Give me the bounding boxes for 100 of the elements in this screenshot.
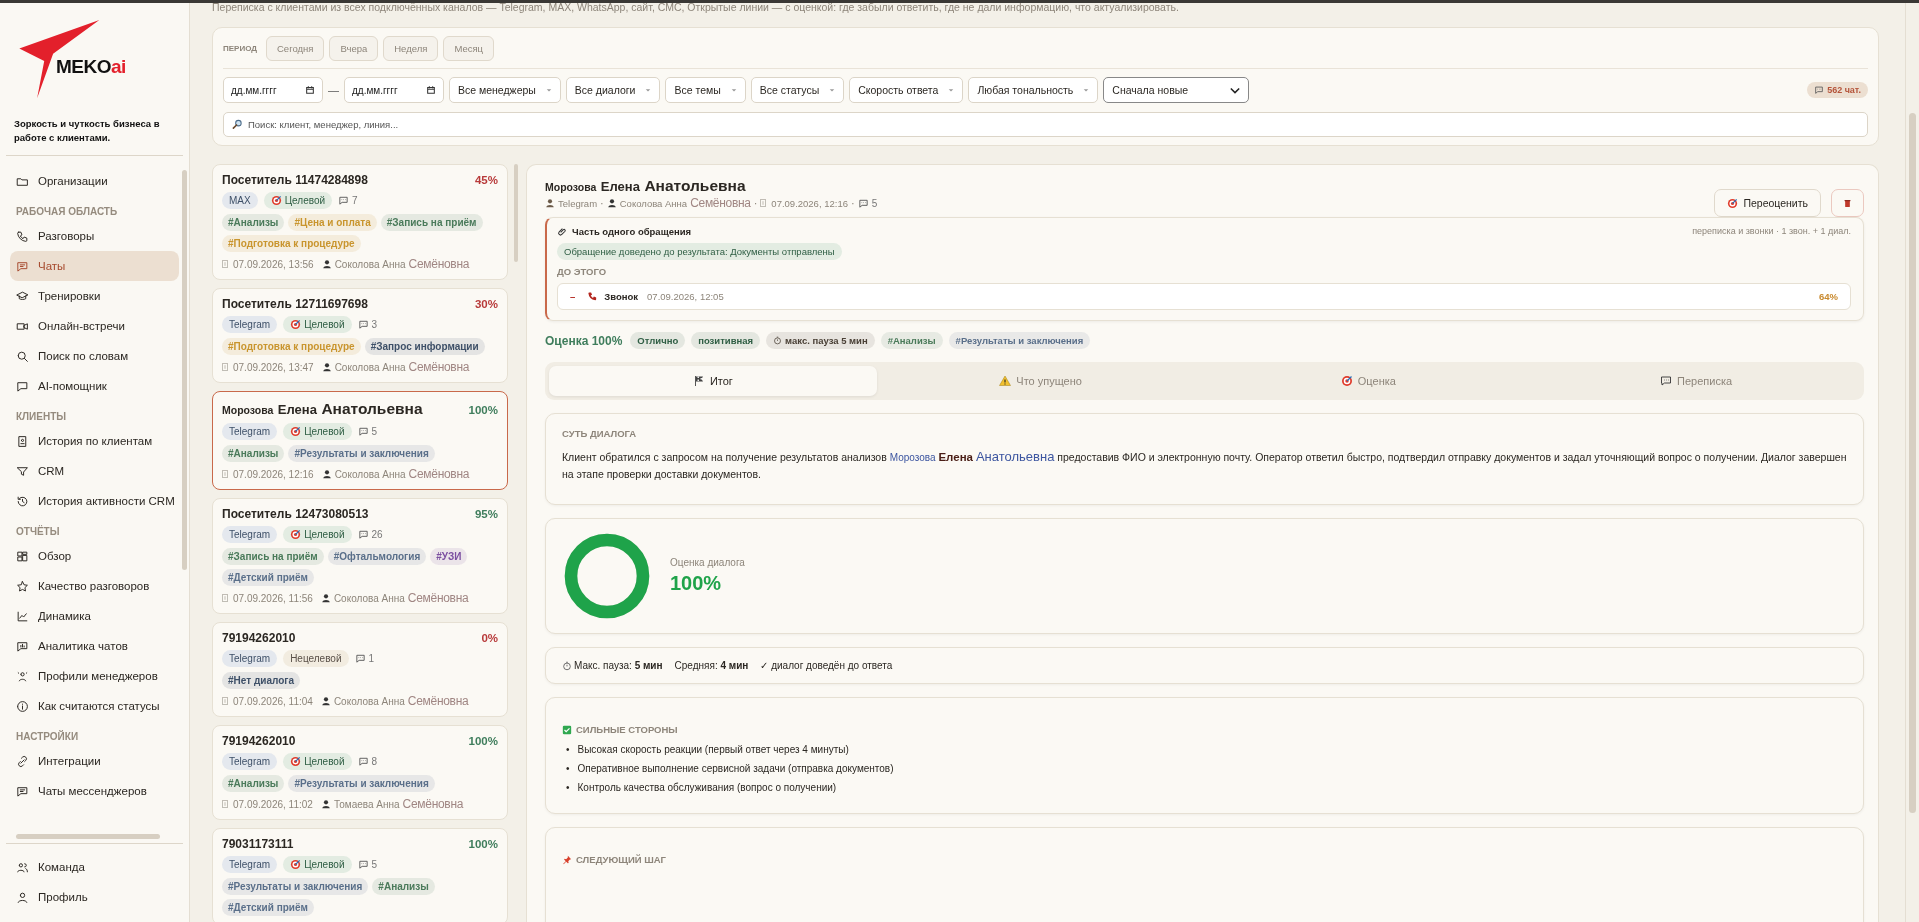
chat-title: 79031173111 (222, 837, 294, 851)
topic-tag: #Результаты и заключения (288, 445, 435, 462)
search-field[interactable]: Поиск: клиент, менеджер, линия... (223, 112, 1868, 137)
event-score: 64% (1819, 291, 1838, 302)
chat-bubble-icon (857, 197, 869, 209)
chat-title: Посетитель 11474284898 (222, 173, 368, 187)
strength-item: Контроль качества обслуживания (вопрос о получении) (577, 781, 837, 795)
message-count: 5 (357, 859, 378, 870)
nav-item[interactable]: Чаты (10, 251, 179, 281)
chat-date: 07.09.2026, 12:16 (760, 197, 848, 209)
filter-dropdown[interactable]: Скорость ответа (849, 77, 964, 103)
delete-button[interactable] (1831, 189, 1864, 217)
rescore-button[interactable]: Переоценить (1714, 189, 1821, 217)
period-button[interactable]: Вчера (329, 36, 379, 61)
page-description: Переписка с клиентами из всех подключённых каналов — Telegram, MAX, WhatsApp, сайт, СМС, Открытые линии — с оценкой: где забыли ответить, где не дали информацию, что актуализировать. (212, 3, 1180, 13)
user-icon (16, 890, 29, 904)
person-icon (320, 696, 331, 706)
calendar-icon[interactable] (305, 85, 315, 95)
nav-item[interactable]: Команда (10, 852, 179, 882)
nav-item[interactable]: AI-помощник (10, 371, 179, 401)
target-icon (1340, 375, 1353, 387)
chat-card[interactable]: Морозова Елена Анатольевна 100% Telegram Целевой 5 #Анализы #Результаты и заключения 07.09.2026, 12:16 Соколова Анна Семёновна (212, 391, 508, 490)
filter-dropdown[interactable]: Все диалоги (565, 77, 661, 103)
collapse-toggle[interactable]: – (570, 291, 576, 302)
line-chart-icon (16, 609, 29, 623)
target-tag: Целевой (283, 856, 352, 873)
nav-section-title: ОТЧЁТЫ (16, 526, 61, 537)
nav-item[interactable]: Разговоры (10, 221, 179, 251)
manager-name: Соколова Анна Семёновна (321, 360, 470, 374)
score: 0% (481, 632, 498, 644)
nav-item[interactable]: Качество разговоров (10, 571, 179, 601)
chat-card[interactable]: 79194262010 100% Telegram Целевой 8 #Анализы #Результаты и заключения 07.09.2026, 11:02 Томаева Анна Семёновна (212, 725, 508, 820)
chat-bubble-icon (357, 756, 369, 767)
tab[interactable]: Итог (549, 366, 877, 396)
chat-card[interactable]: Посетитель 11474284898 45% MAX Целевой 7 #Анализы #Цена и оплата #Запись на приём #Подготовка к процедуре 07.09.2026, 13:56 Соколова Анна Семёновна (212, 164, 508, 280)
chat-card[interactable]: Посетитель 12473080513 95% Telegram Целевой 26 #Запись на приём #Офтальмология #УЗИ #Детский приём 07.09.2026, 11:56 Соколова Анна Семёновна (212, 498, 508, 614)
nav-item[interactable]: Аналитика чатов (10, 631, 179, 661)
checkbox-icon (562, 724, 572, 735)
sort-dropdown[interactable]: Сначала новые (1103, 77, 1250, 103)
linked-request-summary: переписка и звонки · 1 звон. + 1 диал. (1692, 226, 1851, 237)
date-field[interactable]: дд.мм.гггг (344, 77, 444, 103)
topic-tag: #Подготовка к процедуре (222, 235, 361, 252)
history-icon (16, 494, 29, 508)
filter-dropdown[interactable]: Все статусы (750, 77, 845, 103)
section-title: СЛЕДУЮЩИЙ ШАГ (576, 854, 666, 865)
filter-dropdown[interactable]: Любая тональность (968, 77, 1099, 103)
nav-item[interactable]: Как считаются статусы (10, 691, 179, 721)
chat-card[interactable]: Посетитель 12711697698 30% Telegram Целевой 3 #Подготовка к процедуре #Запрос информации 07.09.2026, 13:47 Соколова Анна Семёновна (212, 288, 508, 383)
nav-item[interactable]: Поиск по словам (10, 341, 179, 371)
team-icon (16, 860, 29, 874)
chat-bubble-icon (1814, 85, 1825, 95)
nav-item[interactable]: Интеграции (10, 746, 179, 776)
period-label: ПЕРИОД (223, 44, 257, 53)
caret-icon (1083, 87, 1090, 93)
nav-item[interactable]: Профиль (10, 882, 179, 912)
target-tag: Целевой (263, 192, 333, 209)
topic-tag: #Результаты и заключения (222, 878, 369, 895)
manager-name: Соколова Анна Семёновна (606, 196, 751, 210)
chat-bubble-icon (357, 426, 369, 437)
manager-name: Томаева Анна Семёновна (320, 797, 464, 811)
nav-item[interactable]: Чаты мессенджеров (10, 776, 179, 806)
flag-icon (692, 375, 705, 387)
paperclip-icon (557, 226, 568, 237)
linked-event-row[interactable]: – Звонок 07.09.2026, 12:05 64% (557, 283, 1851, 310)
target-tag: Целевой (283, 753, 352, 770)
chat-card[interactable]: 79194262010 0% Telegram Нецелевой 1 #Нет диалога 07.09.2026, 11:04 Соколова Анна Семёновна (212, 622, 508, 717)
calendar-icon (222, 800, 228, 808)
chat-date: 07.09.2026, 11:56 (222, 592, 313, 604)
chat-date: 07.09.2026, 12:16 (222, 468, 314, 480)
target-icon (1727, 197, 1739, 209)
nav-item[interactable]: История активности CRM (10, 486, 179, 516)
nav-item[interactable]: Онлайн-встречи (10, 311, 179, 341)
nav-item[interactable]: Динамика (10, 601, 179, 631)
chat-bubble-icon (354, 653, 366, 664)
nav-item[interactable]: Обзор (10, 541, 179, 571)
message-count: 5 (357, 426, 378, 437)
person-icon (320, 799, 331, 809)
filter-dropdown[interactable]: Все темы (665, 77, 746, 103)
calendar-icon[interactable] (426, 85, 436, 95)
topic-tag: #Офтальмология (327, 548, 427, 565)
section-label: ДО ЭТОГО (557, 266, 607, 277)
chat-card[interactable]: 79031173111 100% Telegram Целевой 5 #Результаты и заключения #Анализы #Детский приём (212, 828, 508, 922)
period-button[interactable]: Сегодня (266, 36, 325, 61)
channel-tag: Telegram (222, 423, 278, 440)
filter-dropdown[interactable]: Все менеджеры (449, 77, 561, 103)
nav-item[interactable]: Организации (10, 166, 179, 196)
nav-item[interactable]: Профили менеджеров (10, 661, 179, 691)
scrollbar[interactable] (1905, 3, 1919, 922)
person-icon (321, 469, 332, 479)
chat-date: 07.09.2026, 13:47 (222, 361, 314, 373)
nav-item[interactable]: CRM (10, 456, 179, 486)
nav-item[interactable]: История по клиентам (10, 426, 179, 456)
topic-tag: #Цена и оплата (288, 214, 377, 231)
nav-item[interactable]: Тренировки (10, 281, 179, 311)
separator: · (600, 197, 604, 209)
score: 100% (468, 404, 498, 416)
date-field[interactable]: дд.мм.гггг (223, 77, 323, 103)
topic-tag: #Детский приём (222, 899, 314, 916)
calendar-icon (222, 260, 228, 268)
caret-icon (829, 87, 836, 93)
